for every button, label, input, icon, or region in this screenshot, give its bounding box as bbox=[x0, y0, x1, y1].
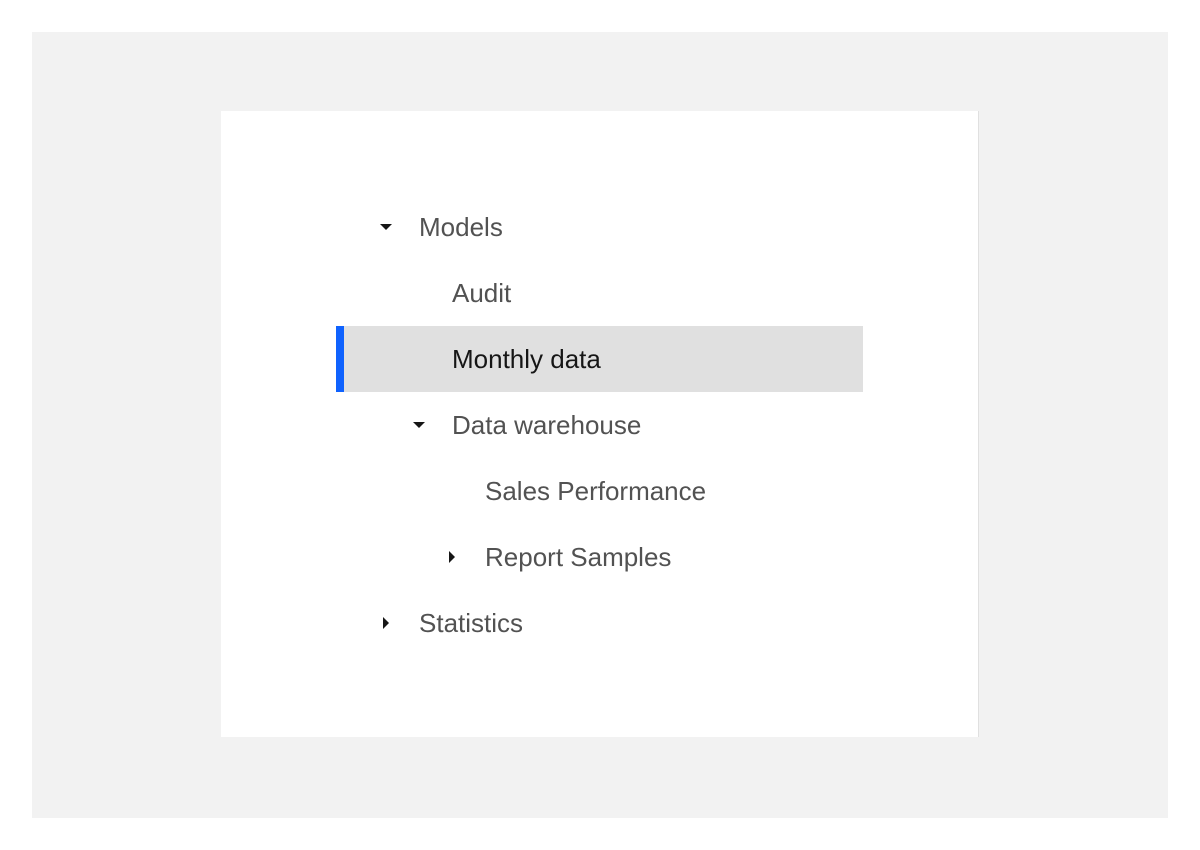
tree-node-monthly-data[interactable]: Monthly data bbox=[336, 326, 863, 392]
tree-node-statistics[interactable]: Statistics bbox=[336, 590, 863, 656]
tree-node-models[interactable]: Models bbox=[336, 194, 863, 260]
caret-right-icon[interactable] bbox=[442, 547, 462, 567]
tree-node-label: Data warehouse bbox=[452, 410, 642, 440]
canvas-background: Models Audit Monthly data Data warehouse… bbox=[32, 32, 1168, 818]
tree-view: Models Audit Monthly data Data warehouse… bbox=[336, 194, 863, 656]
tree-node-label: Sales Performance bbox=[485, 476, 707, 506]
tree-node-label: Report Samples bbox=[485, 542, 672, 572]
caret-down-icon[interactable] bbox=[409, 415, 429, 435]
tree-view-card: Models Audit Monthly data Data warehouse… bbox=[221, 111, 979, 737]
tree-node-label: Audit bbox=[452, 278, 512, 308]
tree-node-audit[interactable]: Audit bbox=[336, 260, 863, 326]
tree-node-label: Models bbox=[419, 212, 503, 242]
tree-node-label: Statistics bbox=[419, 608, 524, 638]
tree-node-label: Monthly data bbox=[452, 344, 601, 374]
tree-node-report-samples[interactable]: Report Samples bbox=[336, 524, 863, 590]
caret-down-icon[interactable] bbox=[376, 217, 396, 237]
tree-node-data-warehouse[interactable]: Data warehouse bbox=[336, 392, 863, 458]
caret-right-icon[interactable] bbox=[376, 613, 396, 633]
tree-node-sales-performance[interactable]: Sales Performance bbox=[336, 458, 863, 524]
